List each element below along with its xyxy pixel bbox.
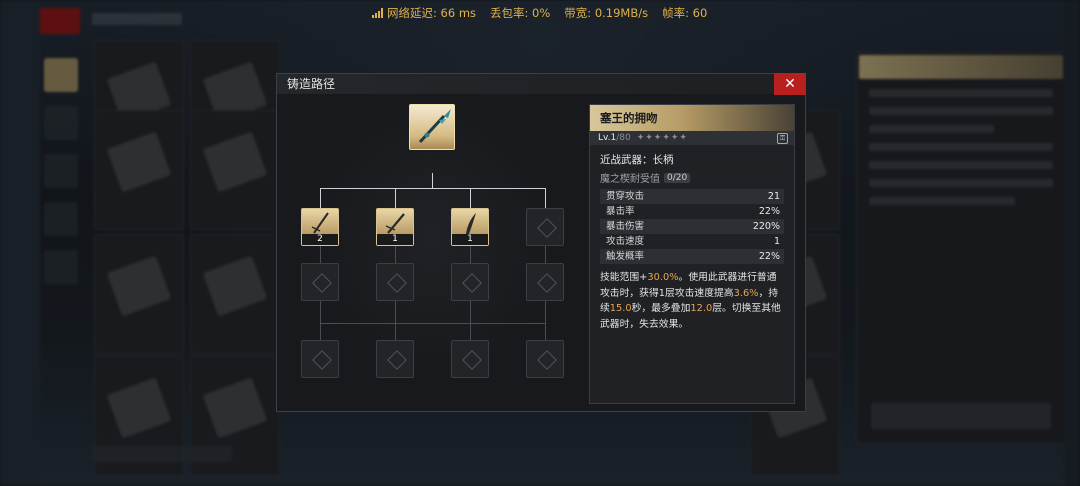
tree-connector — [320, 188, 321, 208]
tree-connector-dim — [320, 323, 546, 324]
signal-icon — [372, 8, 383, 18]
stat-value: 21 — [767, 191, 780, 202]
stat-row: 暴击伤害 220% — [600, 219, 784, 234]
empty-slot-icon — [537, 218, 557, 238]
fps-label: 帧率: — [662, 6, 689, 20]
weapon-type: 近战武器：长柄 — [600, 154, 674, 166]
tree-connector — [320, 188, 546, 189]
sword-icon — [385, 213, 405, 234]
material-node[interactable]: 2 — [301, 208, 339, 246]
stat-name: 暴击伤害 — [606, 221, 645, 232]
tree-connector — [395, 188, 396, 208]
stat-row: 贯穿攻击 21 — [600, 189, 784, 204]
stat-name: 暴击率 — [606, 206, 635, 217]
rank-stars-icon: ✦✦✦✦✦✦ — [636, 133, 688, 143]
empty-slot — [301, 340, 339, 378]
stat-value: 22% — [758, 251, 780, 262]
desc-text: 秒，最多叠加 — [631, 303, 691, 314]
item-info-panel: 塞王的拥吻 Lv.1 /80 ✦✦✦✦✦✦ ⚿ 近战武器：长柄 魔之楔耐受值 0… — [589, 104, 795, 404]
sword-icon — [311, 212, 329, 234]
empty-slot — [376, 340, 414, 378]
tree-connector — [432, 173, 433, 188]
modal-title: 铸造路径 — [277, 74, 805, 94]
durability-label: 魔之楔耐受值 — [600, 174, 660, 185]
empty-slot — [451, 263, 489, 301]
empty-slot — [451, 340, 489, 378]
bandwidth-value: 0.19MB/s — [594, 6, 649, 20]
desc-highlight: 30.0% — [647, 272, 679, 283]
desc-text: 技能范围+ — [600, 272, 648, 283]
empty-slot-icon — [312, 273, 332, 293]
material-count: 1 — [377, 234, 413, 245]
fps-item: 帧率: 60 — [662, 5, 707, 21]
empty-slot-icon — [462, 350, 482, 370]
forging-tree: 2 1 1 — [287, 96, 577, 406]
durability-value: 0/20 — [664, 172, 691, 183]
empty-slot — [526, 208, 564, 246]
empty-slot-icon — [387, 350, 407, 370]
close-button[interactable]: ✕ — [774, 73, 806, 95]
tree-connector — [470, 188, 471, 208]
level-row: Lv.1 /80 ✦✦✦✦✦✦ ⚿ — [590, 131, 794, 145]
network-status-bar: 网络延迟: 66 ms 丢包率: 0% 带宽: 0.19MB/s 帧率: 60 — [372, 4, 707, 22]
desc-highlight: 12.0 — [690, 303, 713, 314]
durability-row: 魔之楔耐受值 0/20 — [590, 167, 794, 185]
latency-value: 66 ms — [440, 6, 477, 20]
empty-slot-icon — [312, 350, 332, 370]
empty-slot — [301, 263, 339, 301]
empty-slot-icon — [537, 350, 557, 370]
latency-label: 网络延迟: — [387, 6, 437, 20]
lock-icon[interactable]: ⚿ — [777, 133, 788, 144]
stat-value: 22% — [758, 206, 780, 217]
empty-slot-icon — [462, 273, 482, 293]
latency-item: 网络延迟: 66 ms — [372, 5, 476, 21]
tree-connector — [545, 188, 546, 208]
stat-row: 暴击率 22% — [600, 204, 784, 219]
material-count: 2 — [302, 234, 338, 245]
packet-loss-value: 0% — [532, 6, 551, 20]
bandwidth-label: 带宽: — [564, 6, 592, 20]
desc-highlight: 3.6% — [733, 287, 759, 299]
root-weapon-node[interactable] — [409, 104, 455, 150]
stat-name: 攻击速度 — [606, 236, 645, 247]
level-max: /80 — [616, 133, 631, 143]
stat-name: 贯穿攻击 — [606, 191, 645, 202]
empty-slot-icon — [537, 273, 557, 293]
stat-value: 1 — [773, 236, 780, 247]
level-value: Lv.1 — [598, 133, 617, 143]
fps-value: 60 — [692, 6, 708, 20]
packet-loss-item: 丢包率: 0% — [490, 5, 550, 21]
empty-slot-icon — [387, 273, 407, 293]
empty-slot — [526, 263, 564, 301]
material-node[interactable]: 1 — [451, 208, 489, 246]
item-name: 塞王的拥吻 — [590, 105, 794, 131]
forging-path-modal: 铸造路径 ✕ 2 1 1 塞王的拥吻 Lv.1 /80 ✦✦✦✦✦✦ ⚿ 近战武… — [276, 73, 806, 412]
bandwidth-item: 带宽: 0.19MB/s — [564, 5, 648, 21]
stats-list: 贯穿攻击 21 暴击率 22% 暴击伤害 220% 攻击速度 1 触发概率 22… — [600, 189, 784, 264]
blade-icon — [466, 213, 476, 234]
empty-slot — [526, 340, 564, 378]
packet-loss-label: 丢包率: — [490, 6, 529, 20]
material-node[interactable]: 1 — [376, 208, 414, 246]
stat-row: 触发概率 22% — [600, 249, 784, 264]
stat-value: 220% — [752, 221, 780, 232]
material-count: 1 — [452, 234, 488, 245]
stat-row: 攻击速度 1 — [600, 234, 784, 249]
skill-description: 技能范围+30.0%。使用此武器进行普通攻击时，获得1层攻击速度提高3.6%，持… — [590, 264, 794, 332]
desc-highlight: 15.0 — [609, 303, 632, 314]
empty-slot — [376, 263, 414, 301]
polearm-icon — [418, 109, 451, 144]
stat-name: 触发概率 — [606, 251, 645, 262]
